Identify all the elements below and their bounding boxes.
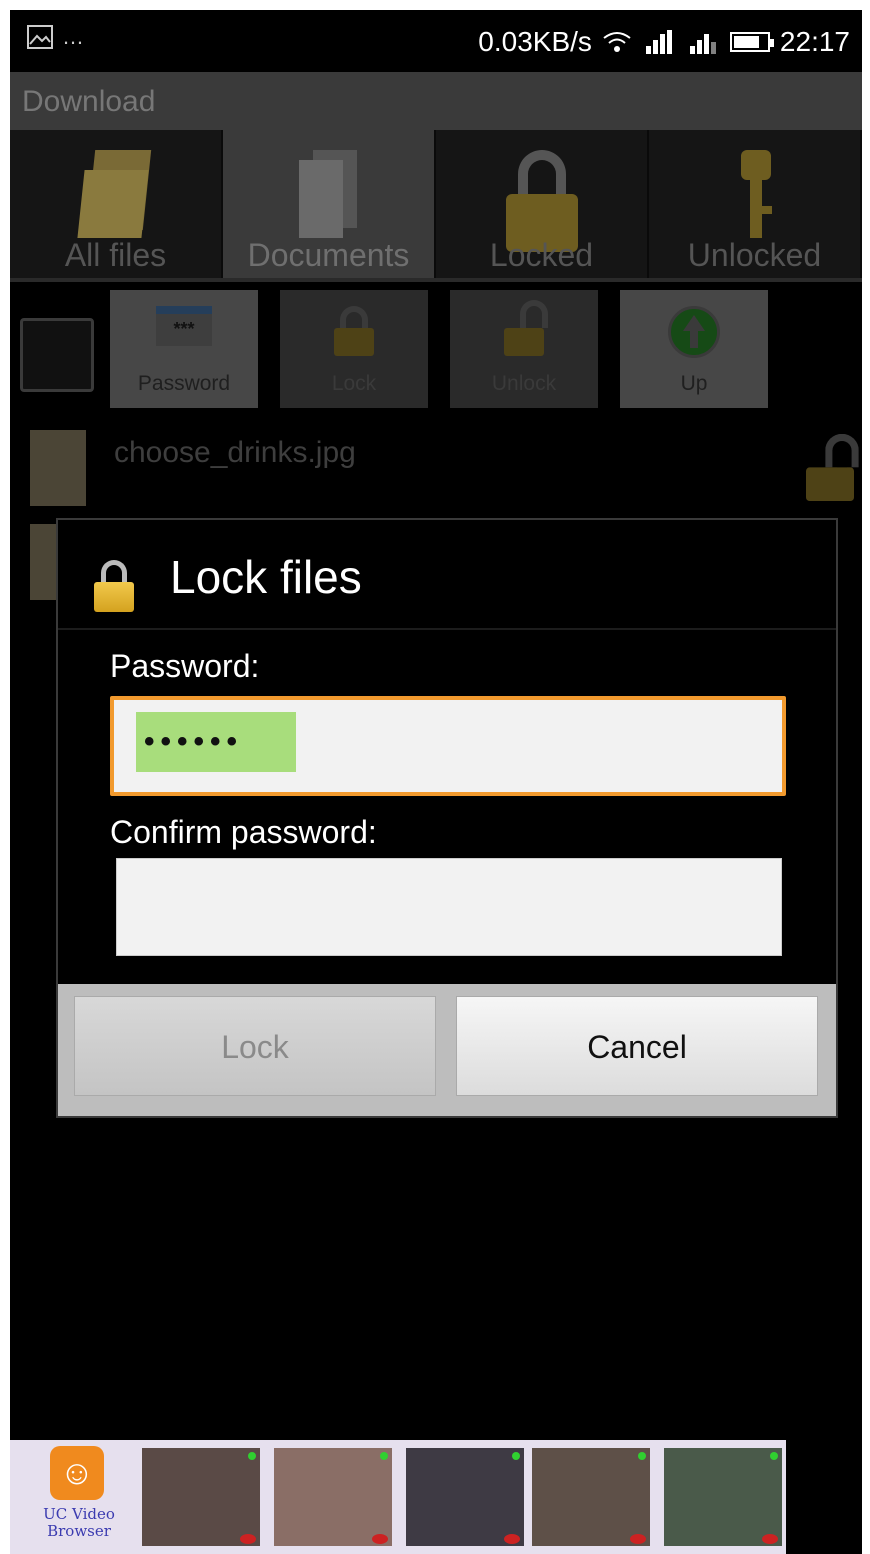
- unlock-button-label: Unlock: [491, 372, 557, 395]
- status-right: 0.03KB/s 22:17: [478, 26, 850, 58]
- tab-label: Unlocked: [687, 237, 822, 273]
- file-name: choose_drinks.jpg: [114, 436, 356, 469]
- signal-2-icon: [686, 30, 720, 54]
- ad-thumbnail[interactable]: [406, 1448, 524, 1546]
- status-bar: … 0.03KB/s 22:17: [10, 10, 862, 70]
- ad-thumbnail[interactable]: [664, 1448, 782, 1546]
- lock-icon: [94, 560, 134, 612]
- ad-banner[interactable]: ☺ UC Video Browser: [10, 1440, 786, 1554]
- phone-screen: … 0.03KB/s 22:17 Download All files Docu…: [10, 10, 862, 1554]
- unlock-icon: [504, 300, 548, 356]
- app-title-bar: Download: [10, 72, 862, 130]
- status-left: …: [26, 24, 84, 50]
- signal-icon: [642, 30, 676, 54]
- unlock-button[interactable]: Unlock: [450, 290, 598, 408]
- tab-bar: All files Documents Locked Unlocked: [10, 130, 862, 280]
- tab-unlocked[interactable]: Unlocked: [649, 130, 862, 280]
- uc-browser-logo[interactable]: ☺ UC Video Browser: [18, 1444, 140, 1550]
- password-button[interactable]: *** Password: [110, 290, 258, 408]
- ad-thumbnail[interactable]: [142, 1448, 260, 1546]
- confirm-password-label: Confirm password:: [110, 814, 377, 850]
- up-button[interactable]: Up: [620, 290, 768, 408]
- clock: 22:17: [779, 26, 850, 57]
- tab-label: Documents: [247, 237, 410, 273]
- lock-button-label: Lock: [331, 372, 377, 395]
- page-title: Download: [22, 85, 156, 118]
- password-value: ••••••: [136, 712, 296, 772]
- password-label: Password:: [110, 648, 260, 684]
- ad-thumbnail[interactable]: [532, 1448, 650, 1546]
- documents-icon: [298, 150, 359, 240]
- image-icon: [27, 25, 53, 49]
- ad-thumbnail[interactable]: [274, 1448, 392, 1546]
- dialog-header: Lock files: [58, 520, 836, 630]
- password-icon: ***: [156, 306, 212, 346]
- lock-files-dialog: Lock files Password: •••••• Confirm pass…: [56, 518, 838, 1118]
- dialog-title: Lock files: [170, 551, 362, 603]
- lock-icon: [334, 306, 374, 356]
- tab-documents[interactable]: Documents: [223, 130, 436, 280]
- list-item[interactable]: choose_drinks.jpg: [10, 418, 862, 510]
- network-speed: 0.03KB/s: [478, 26, 592, 57]
- up-button-label: Up: [680, 372, 708, 395]
- tab-divider: [10, 278, 862, 282]
- dialog-button-bar: Lock Cancel: [58, 984, 836, 1116]
- lock-icon: [505, 150, 578, 252]
- wifi-icon: [603, 32, 631, 52]
- lock-confirm-button[interactable]: Lock: [74, 996, 436, 1096]
- unlock-icon: [806, 433, 859, 501]
- tab-label: Locked: [489, 237, 594, 273]
- lock-button[interactable]: Lock: [280, 290, 428, 408]
- confirm-password-input[interactable]: [116, 858, 782, 956]
- folder-icon: [76, 150, 151, 238]
- more-icon: …: [62, 24, 84, 49]
- file-thumbnail: [30, 430, 86, 506]
- tab-all-files[interactable]: All files: [10, 130, 223, 280]
- key-icon: [735, 150, 775, 242]
- screenshot-frame: … 0.03KB/s 22:17 Download All files Docu…: [0, 0, 870, 1554]
- tab-locked[interactable]: Locked: [436, 130, 649, 280]
- battery-icon: [729, 32, 774, 52]
- action-toolbar: *** Password Lock Unlock Up: [10, 286, 862, 410]
- uc-browser-icon: ☺: [50, 1446, 104, 1500]
- tab-label: All files: [64, 237, 167, 273]
- ad-logo-text: UC Video Browser: [43, 1505, 115, 1540]
- cancel-button[interactable]: Cancel: [456, 996, 818, 1096]
- password-input[interactable]: ••••••: [110, 696, 786, 796]
- up-arrow-icon: [668, 306, 720, 358]
- password-button-label: Password: [137, 372, 231, 395]
- select-all-checkbox[interactable]: [20, 318, 94, 392]
